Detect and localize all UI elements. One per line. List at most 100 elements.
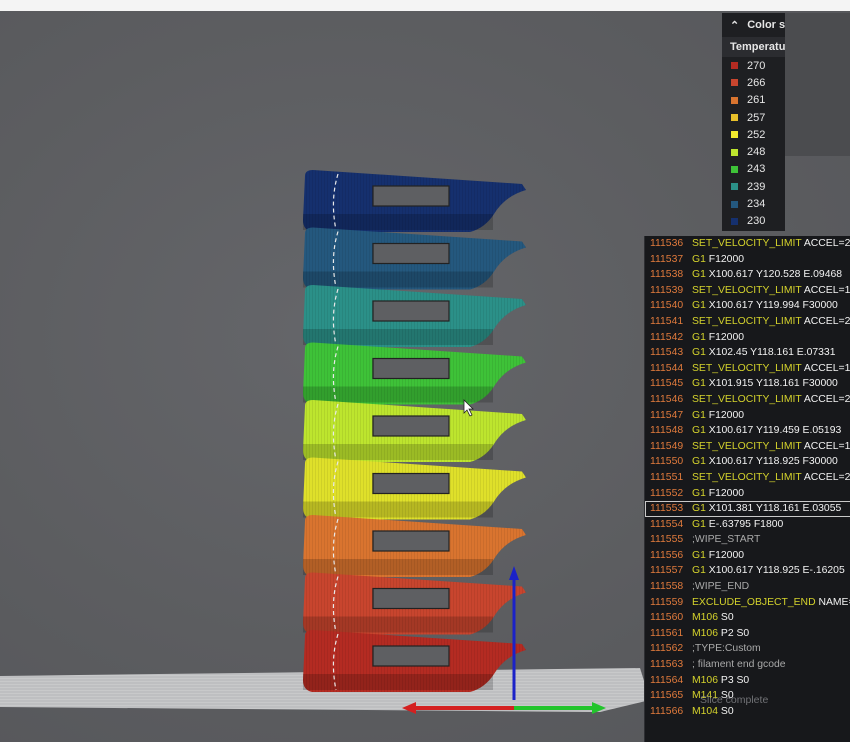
gcode-line-number: 111537: [650, 253, 684, 265]
gcode-line[interactable]: 111560 M106 S0: [645, 610, 850, 626]
tower-segment-window: [372, 645, 450, 667]
gcode-line[interactable]: 111545 G1 X101.915 Y118.161 F30000: [645, 376, 850, 392]
gcode-line[interactable]: 111548 G1 X100.617 Y119.459 E.05193: [645, 423, 850, 439]
gcode-line[interactable]: 111546 SET_VELOCITY_LIMIT ACCEL=20: [645, 392, 850, 408]
tower-segment-shadow: [303, 329, 493, 345]
gcode-line[interactable]: 111539 SET_VELOCITY_LIMIT ACCEL=10: [645, 283, 850, 299]
gcode-line[interactable]: 111537 G1 F12000: [645, 252, 850, 268]
gcode-line-number: 111556: [650, 549, 684, 561]
gcode-line[interactable]: 111536 SET_VELOCITY_LIMIT ACCEL=20: [645, 236, 850, 252]
gcode-line[interactable]: 111561 M106 P2 S0: [645, 626, 850, 642]
tower-segment-shadow: [303, 501, 493, 518]
gcode-line[interactable]: 111552 G1 F12000: [645, 486, 850, 502]
tower-segment-window: [372, 530, 450, 552]
gcode-arguments: S0: [720, 612, 734, 624]
legend-swatch: [731, 165, 738, 173]
gcode-command: SET_VELOCITY_LIMIT: [692, 238, 802, 249]
gcode-arguments: X100.617 Y118.925 F30000: [708, 456, 838, 468]
gcode-command: SET_VELOCITY_LIMIT: [692, 471, 802, 483]
gcode-command: SET_VELOCITY_LIMIT: [692, 315, 802, 327]
gcode-command: M106: [692, 627, 718, 639]
legend-label: 261: [747, 94, 766, 107]
gcode-line-number: 111546: [650, 393, 684, 405]
tower-segment[interactable]: [303, 515, 526, 577]
gcode-line[interactable]: 111540 G1 X100.617 Y119.994 F30000: [645, 298, 850, 314]
gcode-line[interactable]: 111556 G1 F12000: [645, 548, 850, 564]
gcode-line[interactable]: 111557 G1 X100.617 Y118.925 E-.16205: [645, 563, 850, 579]
tower-segment[interactable]: [303, 457, 526, 520]
gcode-line[interactable]: 111562 ;TYPE:Custom: [645, 641, 850, 657]
gcode-line[interactable]: 111563 ; filament end gcode: [645, 657, 850, 673]
tower-segment[interactable]: [303, 630, 526, 692]
gcode-line-number: 111562: [650, 643, 684, 655]
legend-swatch: [731, 183, 738, 191]
gcode-command: G1: [692, 565, 706, 577]
gcode-command: G1: [692, 331, 706, 343]
gcode-line[interactable]: 111538 G1 X100.617 Y120.528 E.09468: [645, 267, 850, 283]
gcode-comment: ;WIPE_START: [692, 534, 761, 546]
gcode-viewer[interactable]: 111536 SET_VELOCITY_LIMIT ACCEL=20 111537 G…: [644, 236, 850, 742]
gcode-command: G1: [692, 487, 706, 499]
gcode-line[interactable]: 111564 M106 P3 S0: [645, 673, 850, 689]
gcode-arguments: X100.617 Y119.459 E.05193: [708, 425, 842, 437]
gcode-line[interactable]: 111543 G1 X102.45 Y118.161 E.07331: [645, 345, 850, 361]
z-axis-arrow: [509, 566, 519, 580]
gcode-command: G1: [692, 378, 706, 390]
gcode-line[interactable]: 111550 G1 X100.617 Y118.925 F30000: [645, 454, 850, 470]
legend-item: 243: [722, 161, 785, 178]
gcode-line-number: 111552: [650, 487, 684, 499]
tower-segment-window: [372, 357, 450, 380]
gcode-line[interactable]: 111541 SET_VELOCITY_LIMIT ACCEL=20: [645, 314, 850, 330]
gcode-line-number: 111544: [650, 362, 684, 374]
legend-label: 257: [747, 111, 766, 124]
legend-subtitle: Temperatu: [722, 37, 785, 57]
gcode-line[interactable]: 111542 G1 F12000: [645, 330, 850, 346]
legend-swatch: [731, 131, 738, 139]
gcode-line-number: 111547: [650, 409, 684, 421]
legend-swatch: [731, 217, 738, 225]
gcode-line[interactable]: 111555 ;WIPE_START: [645, 532, 850, 548]
tower-segment-shadow: [303, 214, 493, 230]
gcode-line-number: 111538: [650, 269, 684, 281]
gcode-line[interactable]: 111566 M104 S0: [645, 704, 850, 720]
3d-viewport[interactable]: ⌃ Color s Temperatu 270 266 261 257 252 248 24…: [0, 0, 850, 742]
gcode-command: M104: [692, 705, 718, 717]
gcode-line-number: 111542: [650, 331, 684, 343]
gcode-line-number: 111558: [650, 581, 684, 593]
legend-item: 234: [722, 195, 785, 212]
tower-segment[interactable]: [303, 342, 526, 405]
gcode-line-number: 111563: [650, 659, 684, 671]
gcode-line-number: 111539: [650, 284, 684, 296]
tower-segment[interactable]: [303, 170, 526, 232]
gcode-command: G1: [692, 409, 706, 421]
gcode-line[interactable]: 111544 SET_VELOCITY_LIMIT ACCEL=10: [645, 361, 850, 377]
gcode-line-number: 111545: [650, 378, 684, 390]
gcode-line[interactable]: 111551 SET_VELOCITY_LIMIT ACCEL=20: [645, 470, 850, 486]
legend-label: 243: [747, 163, 766, 176]
gcode-command: G1: [692, 549, 706, 561]
gcode-line-number: 111565: [650, 690, 684, 702]
gcode-arguments: ACCEL=20: [803, 471, 850, 483]
tower-segment[interactable]: [303, 400, 526, 462]
viewport-backdrop: [785, 13, 850, 156]
gcode-line[interactable]: 111547 G1 F12000: [645, 408, 850, 424]
gcode-line[interactable]: 111549 SET_VELOCITY_LIMIT ACCEL=10: [645, 439, 850, 455]
gcode-line[interactable]: 111553 G1 X101.381 Y118.161 E.03055: [645, 501, 850, 517]
gcode-comment: ;TYPE:Custom: [692, 643, 761, 655]
collapse-chevron-icon[interactable]: ⌃: [730, 19, 739, 32]
gcode-line-number: 111566: [650, 705, 684, 717]
status-toast: Slice complete: [700, 694, 769, 706]
legend-item: 270: [722, 57, 785, 74]
gcode-arguments: X102.45 Y118.161 E.07331: [708, 347, 836, 359]
gcode-line[interactable]: 111559 EXCLUDE_OBJECT_END NAME=t: [645, 595, 850, 611]
legend-header[interactable]: ⌃ Color s: [722, 13, 785, 37]
tower-segment[interactable]: [303, 572, 526, 635]
tower-segment[interactable]: [303, 285, 526, 347]
gcode-command: SET_VELOCITY_LIMIT: [692, 284, 802, 296]
tower-segment[interactable]: [303, 227, 526, 290]
gcode-line[interactable]: 111558 ;WIPE_END: [645, 579, 850, 595]
gcode-line[interactable]: 111554 G1 E-.63795 F1800: [645, 517, 850, 533]
gcode-arguments: X101.381 Y118.161 E.03055: [708, 503, 842, 515]
legend-swatch: [731, 79, 738, 87]
gcode-command: G1: [692, 347, 706, 359]
